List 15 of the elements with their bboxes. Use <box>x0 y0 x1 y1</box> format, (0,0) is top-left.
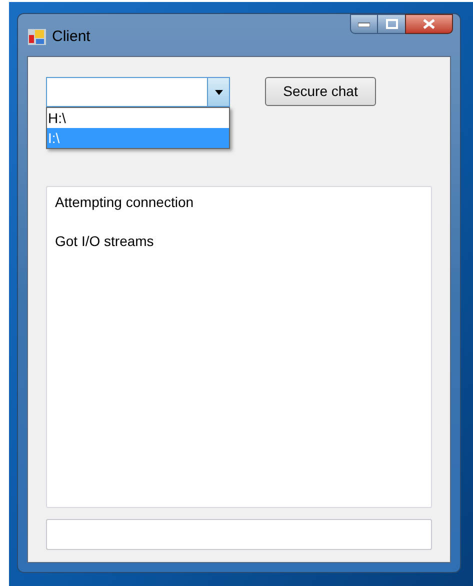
message-field[interactable] <box>46 519 432 550</box>
minimize-button[interactable] <box>350 14 378 34</box>
close-button[interactable] <box>405 14 453 34</box>
window-title: Client <box>52 27 90 47</box>
app-icon <box>28 29 46 46</box>
maximize-button[interactable] <box>378 14 405 34</box>
log-line: Got I/O streams <box>55 232 155 251</box>
dropdown-option[interactable]: H:\ <box>47 108 229 128</box>
dropdown-button[interactable] <box>207 78 229 106</box>
close-icon <box>423 19 435 29</box>
log-line: Attempting connection <box>55 193 195 212</box>
maximize-icon <box>386 19 398 29</box>
minimize-icon <box>358 22 370 26</box>
caret-icon <box>214 90 222 94</box>
secure-chat-button[interactable]: Secure chat <box>265 77 376 106</box>
